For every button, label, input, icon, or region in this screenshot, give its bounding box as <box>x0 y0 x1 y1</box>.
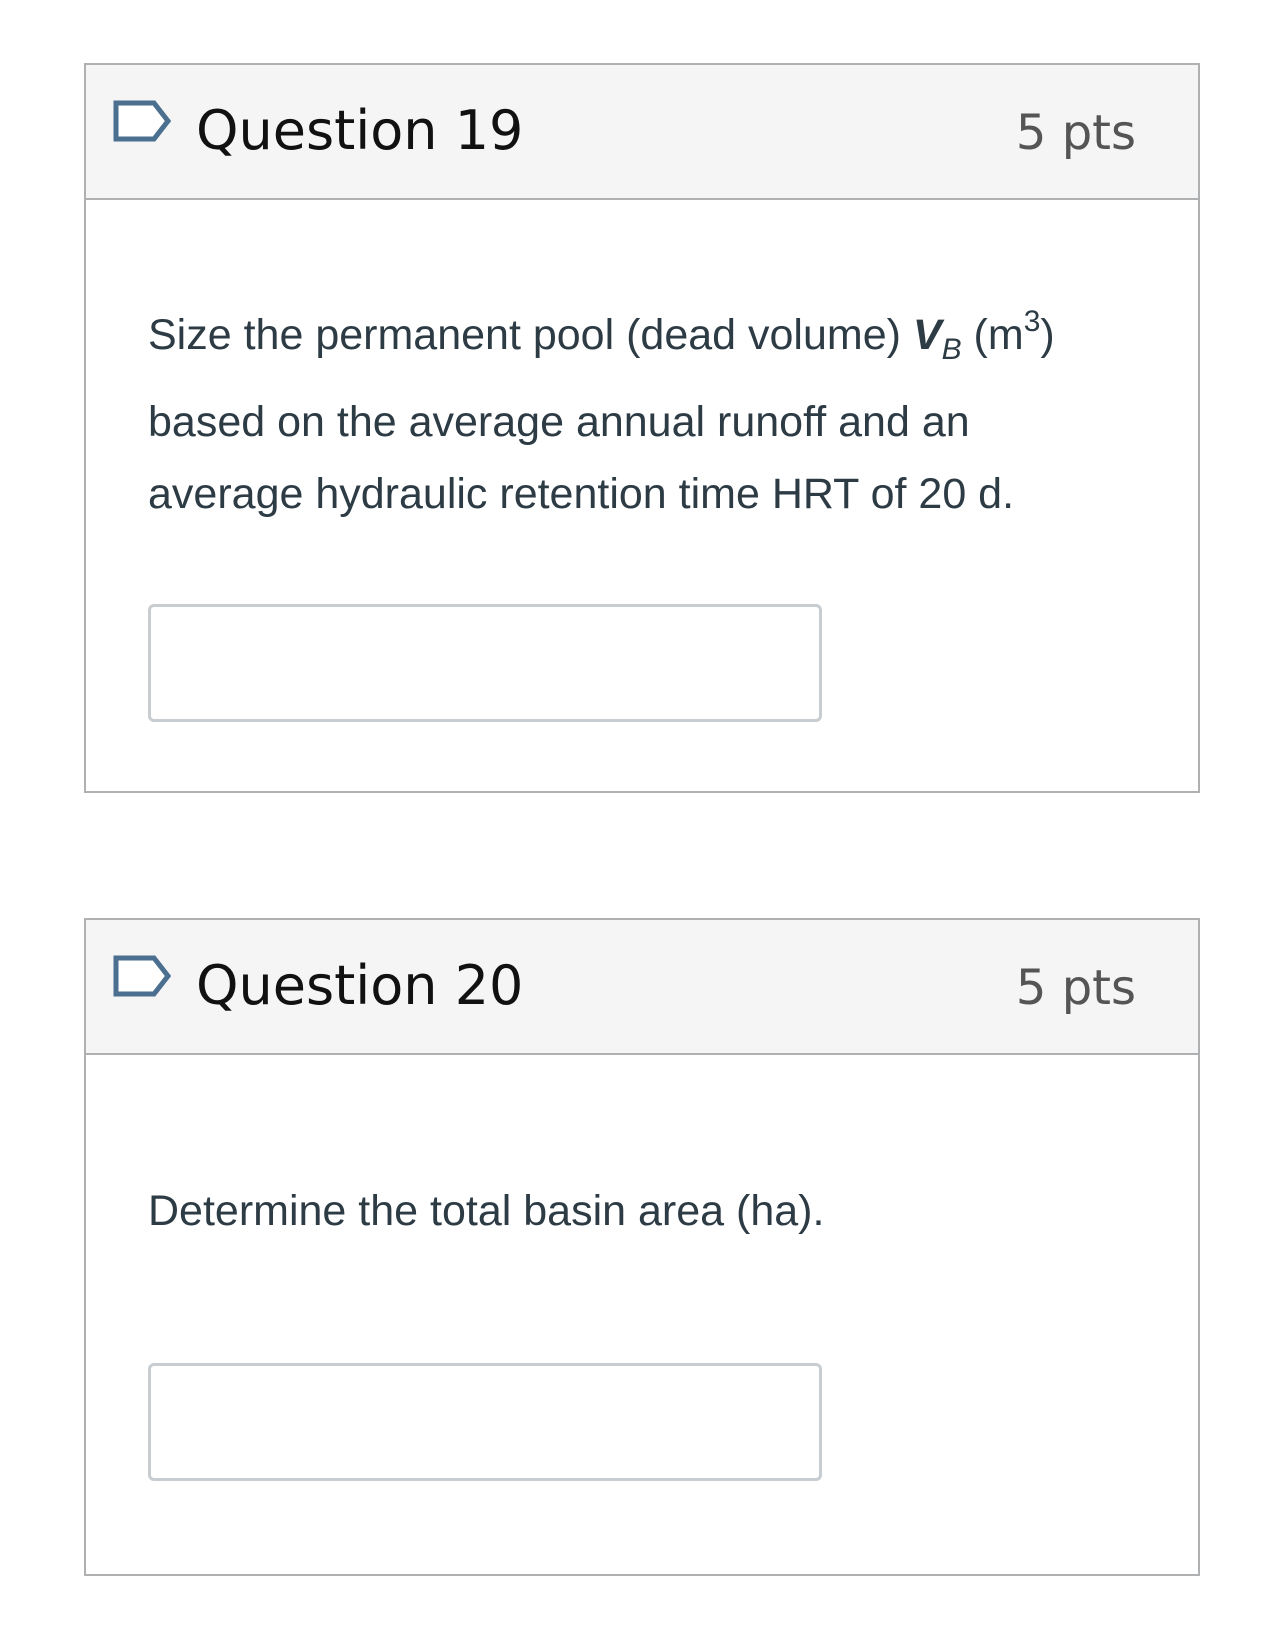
question-header: Question 20 5 pts <box>86 920 1198 1055</box>
question-text-part: based on the average annual runoff and a… <box>148 398 1015 518</box>
quiz-page: Question 19 5 pts Size the permanent poo… <box>0 0 1284 1650</box>
unit-close: ) <box>1040 311 1055 359</box>
unit-superscript: 3 <box>1023 305 1041 338</box>
variable-symbol: V <box>912 311 942 359</box>
question-20-card: Question 20 5 pts Determine the total ba… <box>84 918 1200 1576</box>
answer-input[interactable] <box>148 1363 822 1481</box>
question-body: Determine the total basin area (ha). <box>86 1055 1198 1481</box>
question-text: Size the permanent pool (dead volume) VB… <box>148 200 1136 530</box>
question-header: Question 19 5 pts <box>86 65 1198 200</box>
variable-subscript: B <box>941 333 962 366</box>
question-points: 5 pts <box>1015 960 1136 1016</box>
question-19-card: Question 19 5 pts Size the permanent poo… <box>84 63 1200 793</box>
question-body: Size the permanent pool (dead volume) VB… <box>86 200 1198 722</box>
question-text-part: Size the permanent pool (dead volume) <box>148 311 913 359</box>
question-points: 5 pts <box>1015 105 1136 161</box>
answer-input[interactable] <box>148 604 822 722</box>
question-text: Determine the total basin area (ha). <box>148 1187 825 1235</box>
flag-question-icon[interactable] <box>112 97 172 145</box>
question-title: Question 20 <box>196 954 524 1017</box>
flag-question-icon[interactable] <box>112 952 172 1000</box>
unit-open: (m <box>961 311 1024 359</box>
question-title: Question 19 <box>196 99 524 162</box>
